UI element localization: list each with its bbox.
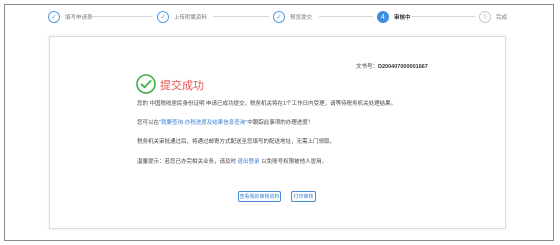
submission-notice: 您的 中国税收居民身份证明 申请已成功提交，税务机关将在1个工作日内受理，请等待… [137, 101, 397, 107]
step-label: 审核中 [394, 15, 411, 21]
step-label: 填写申请表 [65, 15, 93, 21]
step-connector [92, 16, 152, 17]
step-number: 4 [377, 11, 389, 23]
result-card: 文书号：D200407000001667 提交成功 您的 中国税收居民身份证明 … [49, 36, 506, 229]
step-connector [319, 16, 373, 17]
notice-text: 您可以在 [137, 120, 160, 126]
step-connector [213, 16, 269, 17]
progress-stepper: ✓ 填写申请表 ✓ 上传附属资料 ✓ 预览提交 4 审核中 5 完成 [5, 5, 555, 27]
success-title: 提交成功 [160, 80, 204, 92]
notice-text: 中跟踪此事项的办理进度！ [247, 120, 314, 126]
logout-tip: 温馨提示：若您已办完相关业务，请及时 退出登录 以免账号权限被他人冒用。 [137, 159, 327, 166]
step-label: 预览提交 [290, 15, 313, 21]
tip-text: 温馨提示：若您已办完相关业务，请及时 [137, 159, 238, 165]
check-icon: ✓ [48, 11, 60, 23]
success-check-icon [136, 74, 156, 94]
step-number: 5 [479, 11, 491, 23]
tip-text: 以免账号权限被他人冒用。 [259, 159, 328, 165]
logout-link[interactable]: 退出登录 [238, 159, 260, 165]
page-frame: ✓ 填写申请表 ✓ 上传附属资料 ✓ 预览提交 4 审核中 5 完成 文书号：D… [4, 4, 554, 241]
progress-tracking-notice: 您可以在"我要查询-办税进度及结果信息查询"中跟踪此事项的办理进度！ [137, 120, 313, 127]
step-under-review: 4 审核中 [377, 10, 411, 24]
print-review-button[interactable]: 打印审核 [291, 191, 316, 202]
step-label: 完成 [496, 15, 508, 21]
step-complete: 5 完成 [479, 10, 507, 24]
check-icon: ✓ [273, 11, 285, 23]
document-number-value: D200407000001667 [378, 64, 428, 70]
check-icon: ✓ [157, 11, 169, 23]
document-number: 文书号：D200407000001667 [356, 62, 428, 70]
delivery-notice: 税务机关审批通过后，将通过邮寄方式配送至您填写的配送地址，无需上门领取。 [137, 139, 336, 145]
step-preview-submit: ✓ 预览提交 [273, 10, 312, 24]
step-label: 上传附属资料 [174, 15, 208, 21]
step-upload-attachments: ✓ 上传附属资料 [157, 10, 207, 24]
step-connector [411, 16, 475, 17]
document-number-label: 文书号： [356, 64, 379, 70]
view-review-materials-button[interactable]: 查看我的审核资料 [238, 191, 281, 202]
step-fill-form: ✓ 填写申请表 [48, 10, 93, 24]
query-progress-link[interactable]: "我要查询-办税进度及结果信息查询" [159, 120, 247, 126]
